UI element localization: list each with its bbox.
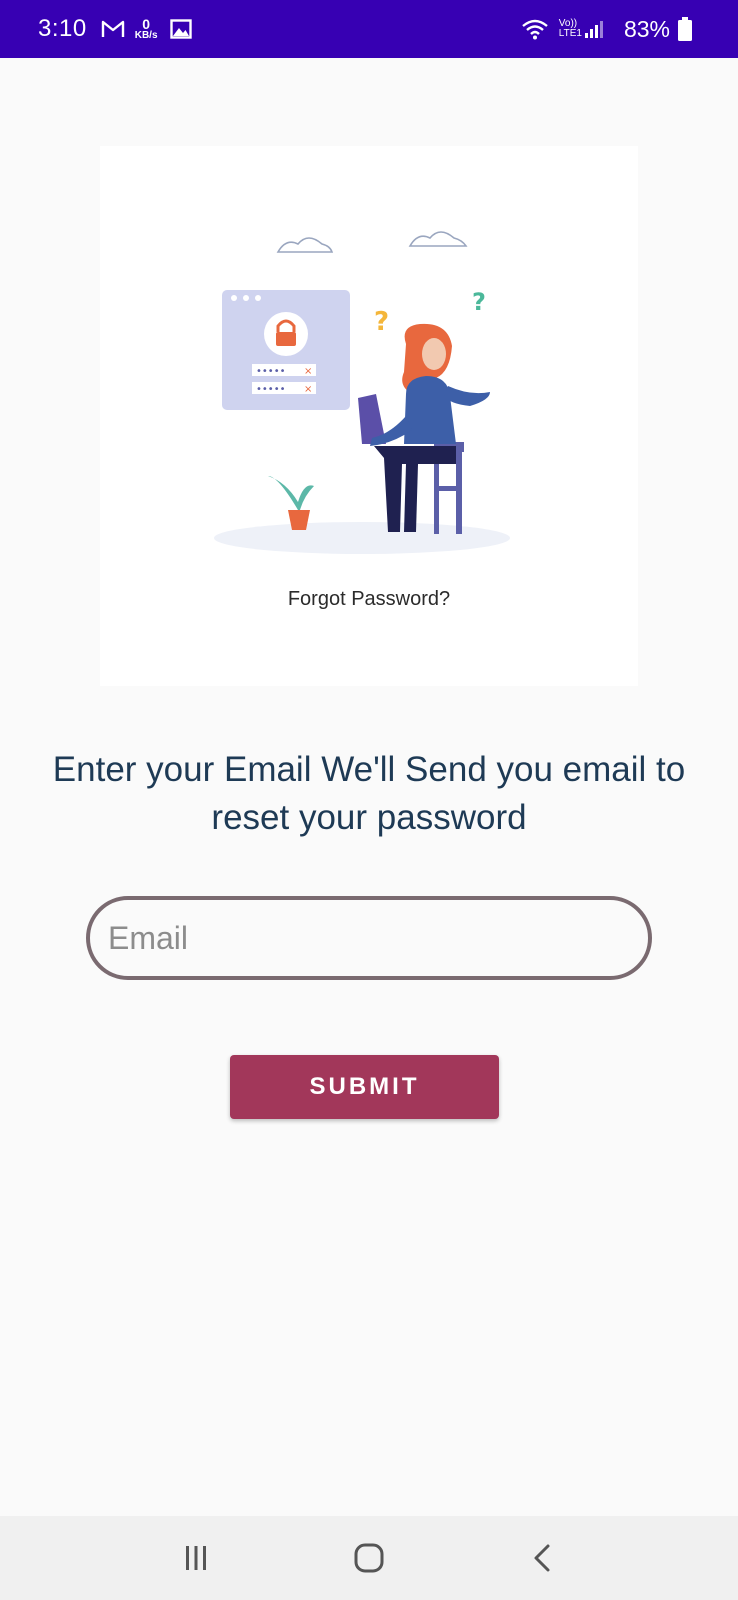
image-icon: [169, 19, 192, 39]
recent-apps-icon[interactable]: [156, 1528, 236, 1588]
question-mark-icon: ?: [374, 307, 389, 337]
status-bar: 3:10 0 KB/s Vo)) LTE1 83%: [0, 0, 738, 58]
cloud-icon: [276, 231, 468, 253]
battery-percent: 83%: [623, 15, 670, 42]
lte-label: LTE1: [558, 28, 582, 39]
data-speed-value: 0: [142, 16, 151, 32]
battery-icon: [678, 17, 692, 41]
svg-text:×: ×: [304, 366, 312, 377]
network-type: Vo)) LTE1: [559, 19, 582, 39]
person-graphic: [370, 323, 490, 532]
status-right: Vo)) LTE1 83%: [521, 16, 702, 43]
gmail-icon: [101, 19, 125, 39]
svg-text:•••••: •••••: [256, 384, 286, 395]
navigation-bar: [0, 1516, 738, 1600]
submit-button[interactable]: SUBMIT: [230, 1055, 499, 1119]
forgot-password-screen: 3:10 0 KB/s Vo)) LTE1 83% ••••• × ••••• …: [0, 0, 738, 1600]
back-icon[interactable]: [502, 1528, 582, 1588]
svg-text:•••••: •••••: [256, 366, 286, 377]
data-speed-unit: KB/s: [134, 30, 158, 41]
data-speed-indicator: 0 KB/s: [135, 17, 158, 41]
instruction-text: Enter your Email We'll Send you email to…: [52, 750, 686, 837]
status-time: 3:10: [38, 15, 87, 42]
forgot-password-illustration: ••••• × ••••• × ? ? Forgot Password?: [100, 146, 638, 686]
status-left: 3:10 0 KB/s: [38, 15, 202, 43]
svg-text:×: ×: [304, 384, 312, 395]
home-icon[interactable]: [329, 1528, 409, 1588]
login-window-graphic: ••••• × ••••• ×: [222, 290, 350, 410]
email-input[interactable]: [86, 896, 652, 980]
wifi-icon: [521, 18, 549, 40]
question-mark-icon: ?: [472, 288, 486, 316]
illustration-caption: Forgot Password?: [287, 588, 451, 610]
plant-icon: [268, 476, 314, 530]
signal-icon: [584, 19, 604, 39]
